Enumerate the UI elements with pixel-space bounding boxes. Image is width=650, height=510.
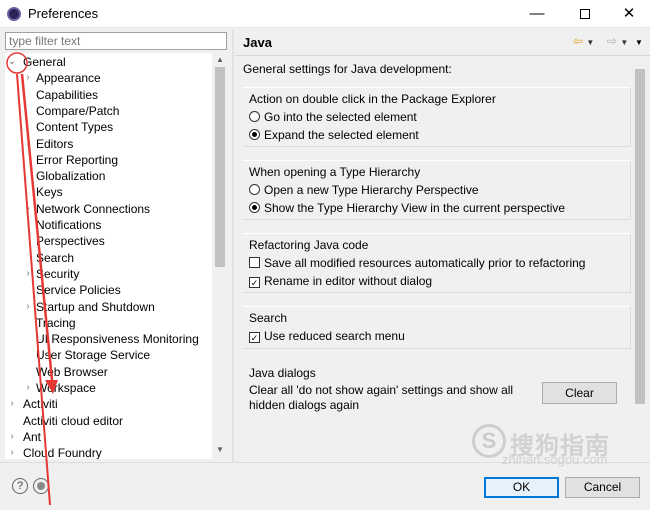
tree-item-label: Startup and Shutdown [36, 299, 155, 314]
tree-item-label: Compare/Patch [36, 103, 120, 118]
show-view-label: Show the Type Hierarchy View in the curr… [264, 201, 566, 215]
tree-item-label: Editors [36, 136, 74, 151]
tree-item-label: Tracing [36, 315, 76, 330]
collapsed-arrow-icon[interactable]: › [7, 396, 17, 412]
tree-item-label: Globalization [36, 169, 106, 184]
radio-on-icon[interactable] [249, 129, 260, 140]
java-dialogs-text: Clear all 'do not show again' settings a… [249, 383, 514, 412]
collapsed-arrow-icon[interactable]: › [23, 201, 33, 217]
save-resources-label: Save all modified resources automaticall… [264, 256, 586, 270]
rename-in-editor-label: Rename in editor without dialog [264, 274, 433, 288]
preference-tree[interactable]: ⌄ General › Appearance Capabilities Compare/P… [5, 53, 228, 459]
tree-item-label: Web Browser [36, 364, 108, 379]
tree-item-label: Activiti [23, 397, 58, 412]
reduced-search-checkbox[interactable]: ✓ Use reduced search menu [249, 328, 405, 344]
tree-item-label: Ant [23, 429, 42, 444]
save-resources-checkbox[interactable]: Save all modified resources automaticall… [249, 255, 585, 271]
collapsed-arrow-icon[interactable]: › [23, 299, 33, 315]
tree-item-label: Network Connections [36, 201, 151, 216]
page-scrollbar[interactable] [632, 57, 649, 460]
radio-off-icon[interactable] [249, 184, 260, 195]
forward-icon[interactable]: ⇨ ▼ [607, 34, 628, 48]
tree-scrollbar[interactable]: ▲ ▼ [212, 53, 228, 459]
rename-in-editor-checkbox[interactable]: ✓ Rename in editor without dialog [249, 273, 432, 289]
tree-item-label: User Storage Service [36, 348, 151, 363]
refactoring-group: Refactoring Java code Save all modified … [243, 233, 631, 293]
collapsed-arrow-icon[interactable]: › [7, 429, 17, 445]
maximize-icon [580, 9, 590, 20]
tree-scroll-thumb[interactable] [215, 67, 225, 267]
hierarchy-group: When opening a Type Hierarchy Open a new… [243, 160, 631, 220]
window-title: Preferences [28, 6, 99, 21]
refactoring-title: Refactoring Java code [249, 238, 369, 252]
tree-item-label: Appearance [36, 71, 101, 86]
reduced-search-label: Use reduced search menu [264, 329, 405, 343]
clear-button[interactable]: Clear [542, 382, 617, 404]
close-button[interactable]: ✕ [606, 0, 650, 28]
hierarchy-title: When opening a Type Hierarchy [249, 165, 421, 179]
tree-item-label: Perspectives [36, 234, 105, 249]
collapsed-arrow-icon[interactable]: › [23, 266, 33, 282]
dialog-footer: ? OK Cancel [0, 462, 650, 510]
page-scroll-thumb[interactable] [635, 69, 645, 404]
ok-button[interactable]: OK [484, 477, 559, 498]
page-description: General settings for Java development: [243, 62, 452, 76]
checkbox-checked-icon[interactable]: ✓ [249, 277, 260, 288]
new-perspective-radio[interactable]: Open a new Type Hierarchy Perspective [249, 182, 479, 198]
tree-item-label: Workspace [36, 381, 96, 395]
tree-item-label: Search [36, 250, 75, 265]
checkbox-empty-icon[interactable] [249, 257, 260, 268]
collapsed-arrow-icon[interactable]: › [7, 445, 17, 459]
page-content: General settings for Java development: A… [235, 57, 632, 460]
tree-item-label: Activiti cloud editor [23, 413, 124, 428]
page-header: Java ⇦ ▼ ⇨ ▼ ▼ [235, 30, 650, 56]
tree-item-label: Keys [36, 185, 63, 200]
search-title: Search [249, 311, 288, 325]
double-click-group: Action on double click in the Package Ex… [243, 87, 631, 147]
eclipse-icon [7, 7, 21, 21]
back-dropdown-icon[interactable]: ▼ [586, 38, 594, 47]
help-icon[interactable]: ? [12, 478, 28, 494]
checkbox-checked-icon[interactable]: ✓ [249, 332, 260, 343]
radio-off-icon[interactable] [249, 111, 260, 122]
radio-on-icon[interactable] [249, 202, 260, 213]
double-click-title: Action on double click in the Package Ex… [249, 92, 496, 106]
tree-item-label: Service Policies [36, 283, 121, 298]
title-bar: Preferences — ✕ [0, 0, 650, 28]
minimize-button[interactable]: — [514, 0, 560, 28]
go-into-label: Go into the selected element [264, 110, 417, 124]
collapsed-arrow-icon[interactable]: › [23, 380, 33, 396]
show-view-radio[interactable]: Show the Type Hierarchy View in the curr… [249, 200, 565, 216]
filter-input[interactable] [5, 32, 227, 50]
scroll-down-icon[interactable]: ▼ [212, 445, 228, 454]
expand-label: Expand the selected element [264, 128, 419, 142]
tree-item-label: Security [36, 266, 80, 281]
search-group: Search ✓ Use reduced search menu [243, 306, 631, 349]
tree-item-label: Capabilities [36, 87, 99, 102]
tree-item-label: General [23, 55, 66, 69]
collapsed-arrow-icon[interactable]: › [23, 70, 33, 86]
new-perspective-label: Open a new Type Hierarchy Perspective [264, 183, 479, 197]
java-dialogs-title: Java dialogs [249, 366, 316, 380]
tree-item-label: Content Types [36, 120, 114, 135]
collapsed-arrow-icon[interactable]: › [23, 136, 33, 152]
expand-radio[interactable]: Expand the selected element [249, 127, 419, 143]
cancel-button[interactable]: Cancel [565, 477, 640, 498]
back-icon[interactable]: ⇦ ▼ [573, 34, 594, 48]
expanded-arrow-icon[interactable]: ⌄ [7, 54, 17, 70]
go-into-radio[interactable]: Go into the selected element [249, 109, 417, 125]
pane-splitter[interactable] [232, 30, 234, 462]
forward-dropdown-icon[interactable]: ▼ [620, 38, 628, 47]
tree-item-label: Notifications [36, 218, 102, 232]
tree-item-label: Cloud Foundry [23, 446, 102, 459]
view-menu-icon[interactable]: ▼ [635, 38, 643, 47]
tree-item-label: Error Reporting [36, 152, 119, 167]
page-title: Java [243, 35, 272, 50]
maximize-button[interactable] [562, 0, 608, 28]
scroll-up-icon[interactable]: ▲ [212, 55, 228, 64]
record-icon[interactable] [33, 478, 49, 494]
tree-item-label: UI Responsiveness Monitoring [36, 332, 199, 347]
